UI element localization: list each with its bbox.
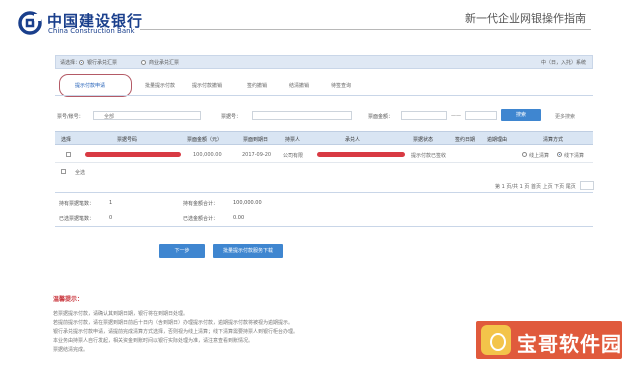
tab-pending-query[interactable]: 待签查询 [331, 82, 351, 89]
bank-acceptance-radio[interactable] [79, 60, 84, 65]
batch-download-button[interactable]: 批量提示付款服务下载 [213, 244, 283, 258]
search-button[interactable]: 搜索 [501, 109, 541, 121]
tip-line: 若票据提示付款，请确认其到期日期，银行将在到期日处理。 [53, 311, 189, 317]
ccb-logo-icon [18, 11, 42, 35]
site-watermark: 宝哥软件园 [476, 321, 622, 359]
row-amount: 100,000.00 [193, 152, 222, 158]
row-checkbox[interactable] [66, 152, 71, 157]
tab-batch-payment[interactable]: 批量提示付款 [145, 82, 175, 89]
page-number-input[interactable] [580, 181, 594, 190]
col-holder: 持票人 [285, 137, 301, 143]
watermark-logo-icon [481, 325, 511, 355]
bill-type-bar: 请选择： 银行承兑汇票 商业承兑汇票 中（日，入托）系统 [55, 55, 593, 69]
pager-text[interactable]: 第 1 页/共 1 页 首页 上页 下页 尾页 [495, 183, 576, 190]
select-all-label: 全选 [75, 170, 86, 176]
tip-line: 本业务由持票人自行发起，相关资金到账时间以银行实际处理为准，请注意查看到账情况。 [53, 338, 254, 344]
account-select-value: 全部 [104, 114, 115, 120]
table-row[interactable]: 100,000.00 2017-09-20 公司有限 提示付款已签收 线上清算 … [55, 147, 593, 163]
col-amount: 票面金额（元） [187, 137, 223, 143]
tip-line: 银行承兑提示付款申请，请提前完成清算方式选择，否则视为线上清算；线下清算需要持票… [53, 329, 299, 335]
redacted-bill-number [85, 152, 181, 157]
selected-count-label: 已选票据笔数： [59, 216, 95, 222]
total-count-label: 持有票据笔数： [59, 201, 95, 207]
col-sign-date: 签约日期 [455, 137, 476, 143]
guide-title: 新一代企业网银操作指南 [465, 12, 586, 25]
row-due-date: 2017-09-20 [242, 152, 272, 158]
tips-title: 温馨提示： [53, 296, 84, 303]
col-due-date: 票面到期日 [243, 137, 269, 143]
total-amount: 100,000.00 [233, 200, 262, 206]
online-clearing-radio[interactable] [522, 152, 527, 157]
tab-sign-revoke[interactable]: 签约撤销 [247, 82, 267, 89]
offline-clearing-label: 线下清算 [564, 153, 585, 159]
account-label: 票号/账号： [57, 114, 84, 120]
amount-min-input[interactable] [401, 111, 447, 120]
tab-bar: 提示付款申请 批量提示付款 提示付款撤销 签约撤销 结清撤销 待签查询 [59, 74, 397, 97]
summary-divider [55, 226, 593, 227]
tip-line: 若提前提示付款，请在票据到期日前后十日内（含到期日）办理提示付款，逾期提示付款将… [53, 320, 294, 326]
select-all-checkbox[interactable] [61, 169, 66, 174]
brand-name-en: China Construction Bank [48, 27, 135, 35]
watermark-text: 宝哥软件园 [517, 332, 622, 356]
col-status: 票据状态 [413, 137, 434, 143]
tab-payment-request[interactable]: 提示付款申请 [75, 82, 105, 89]
commercial-acceptance-radio[interactable] [141, 60, 146, 65]
bill-number-input[interactable] [252, 111, 352, 120]
col-select: 选择 [61, 137, 72, 143]
tab-payment-revoke[interactable]: 提示付款撤销 [192, 82, 222, 89]
amount-label: 票面金额： [368, 114, 394, 120]
total-amount-label: 持有金额合计： [183, 201, 219, 207]
bank-acceptance-label: 银行承兑汇票 [87, 60, 118, 66]
amount-range-dash: —— [451, 113, 461, 119]
table-header: 选择 票据号码 票面金额（元） 票面到期日 持票人 承兑人 票据状态 签约日期 … [55, 131, 593, 145]
col-bill-number: 票据号码 [117, 137, 138, 143]
commercial-acceptance-label: 商业承兑汇票 [149, 60, 180, 66]
selected-count: 0 [109, 215, 113, 221]
online-clearing-label: 线上清算 [529, 153, 550, 159]
filter-row: 票号/账号： 全部 票据号： 票面金额： —— 搜索 更多搜索 [55, 109, 593, 123]
tip-line: 票据结清完成。 [53, 347, 89, 353]
row-holder: 公司有限 [283, 153, 304, 159]
redacted-acceptor [317, 152, 405, 157]
header-divider [140, 29, 591, 30]
bill-payment-panel: 请选择： 银行承兑汇票 商业承兑汇票 中（日，入托）系统 提示付款申请 批量提示… [55, 50, 594, 290]
system-info-text: 中（日，入托）系统 [540, 60, 586, 66]
col-overdue-reason: 逾期理由 [487, 137, 508, 143]
selected-amount: 0.00 [233, 215, 245, 221]
more-search-link[interactable]: 更多搜索 [555, 113, 575, 120]
bill-number-label: 票据号： [221, 114, 242, 120]
col-acceptor: 承兑人 [345, 137, 361, 143]
selected-amount-label: 已选金额合计： [183, 216, 219, 222]
page-header: 中国建设银行 China Construction Bank 新一代企业网银操作… [0, 0, 626, 36]
bill-type-label: 请选择： [60, 60, 81, 66]
total-count: 1 [109, 200, 113, 206]
tab-settle-revoke[interactable]: 结清撤销 [289, 82, 309, 89]
amount-max-input[interactable] [465, 111, 497, 120]
row-status: 提示付款已签收 [411, 153, 447, 159]
account-select[interactable]: 全部 [93, 111, 201, 120]
pager-divider [55, 192, 593, 193]
next-step-button[interactable]: 下一步 [159, 244, 205, 258]
col-clearing-method: 清算方式 [543, 137, 564, 143]
tab-underline [55, 95, 593, 96]
offline-clearing-radio[interactable] [557, 152, 562, 157]
